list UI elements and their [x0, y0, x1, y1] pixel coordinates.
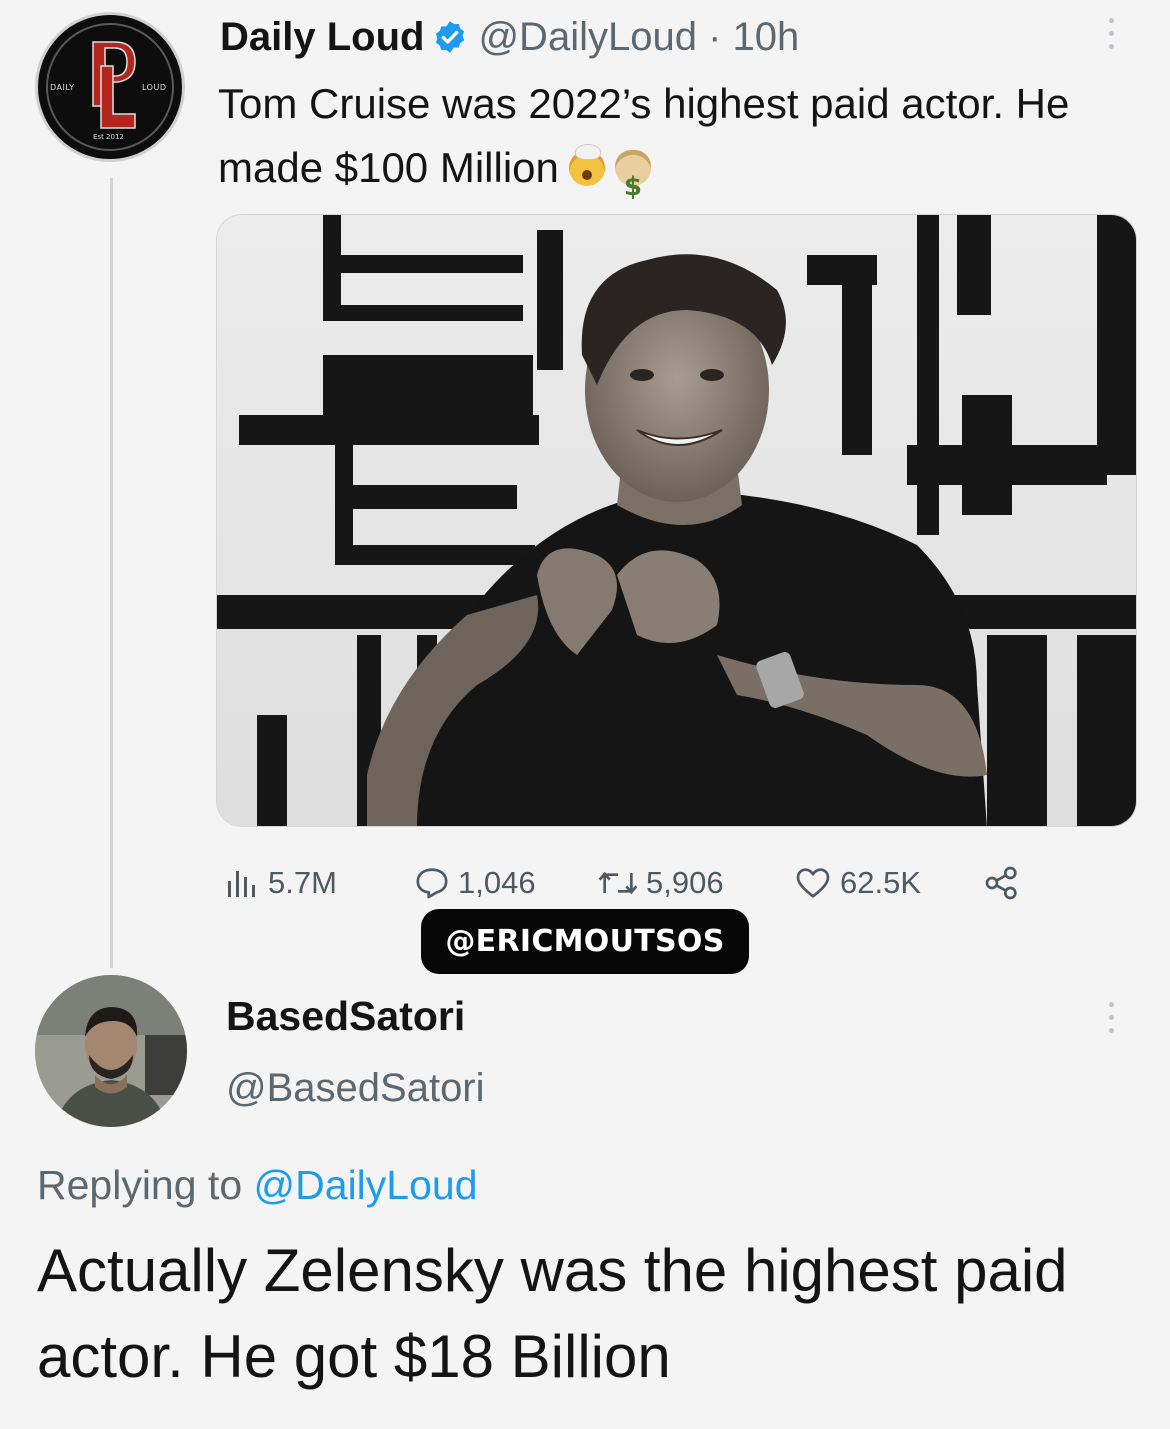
tweet-actions: 5.7M 1,046 5,906 62.5K: [222, 858, 1042, 908]
replying-mention-link[interactable]: @DailyLoud: [254, 1162, 478, 1208]
reply-display-name[interactable]: BasedSatori: [226, 993, 465, 1040]
dl-logo-icon: [92, 41, 136, 129]
like-action[interactable]: 62.5K: [792, 858, 921, 908]
tweet-text: Tom Cruise was 2022’s highest paid actor…: [218, 72, 1118, 202]
screenshot: DAILY LOUD Est 2012 Daily Loud @DailyLou…: [0, 0, 1170, 1429]
views-icon: [228, 871, 255, 897]
daily-loud-avatar[interactable]: DAILY LOUD Est 2012: [35, 12, 185, 162]
author-display-name[interactable]: Daily Loud: [220, 15, 424, 60]
reply-count: 1,046: [458, 865, 536, 900]
like-count: 62.5K: [840, 865, 922, 900]
retweet-action[interactable]: 5,906: [596, 858, 724, 908]
retweet-count: 5,906: [646, 865, 724, 900]
reply-handle[interactable]: @BasedSatori: [226, 1066, 485, 1111]
share-icon: [985, 866, 1017, 900]
views-stat[interactable]: 5.7M: [222, 858, 337, 908]
watermark-badge: @ERICMOUTSOS: [421, 909, 749, 974]
user-portrait: [35, 975, 187, 1127]
tweet-photo[interactable]: [216, 214, 1137, 827]
tom-cruise-photo: [217, 215, 1136, 826]
more-options-icon[interactable]: [1107, 18, 1115, 54]
reply-action[interactable]: 1,046: [412, 858, 536, 908]
exploding-head-icon: [568, 144, 605, 186]
replying-to-line: Replying to @DailyLoud: [37, 1162, 478, 1209]
heart-icon: [796, 868, 830, 898]
views-count: 5.7M: [268, 865, 337, 900]
reply-more-options-icon[interactable]: [1107, 1002, 1115, 1038]
basedsatori-avatar[interactable]: [35, 975, 187, 1127]
money-bag-icon: $: [614, 150, 651, 202]
tweet-header: Daily Loud @DailyLoud · 10h: [220, 12, 799, 62]
verified-badge-icon: [432, 19, 468, 55]
author-handle-time[interactable]: @DailyLoud · 10h: [478, 15, 799, 60]
retweet-icon: [598, 871, 638, 895]
replying-prefix: Replying to: [37, 1162, 243, 1208]
reply-text: Actually Zelensky was the highest paid a…: [37, 1237, 1068, 1390]
reply-icon: [416, 868, 448, 899]
thread-line: [110, 178, 113, 968]
share-action[interactable]: [982, 858, 1028, 908]
